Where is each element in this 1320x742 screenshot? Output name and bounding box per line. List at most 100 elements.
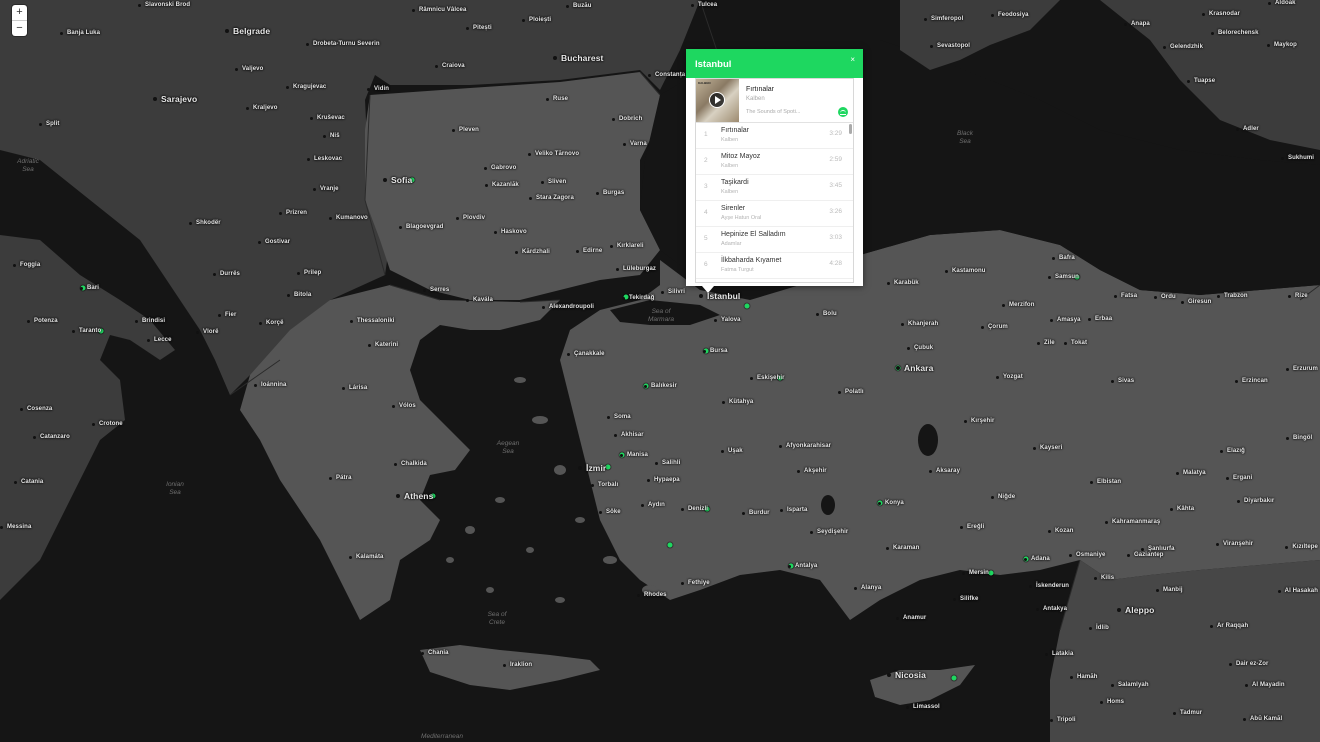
city-label: Gelendzhik: [1163, 44, 1203, 50]
city-name: Bari: [87, 285, 100, 291]
map-canvas[interactable]: [0, 0, 1320, 742]
track-duration: 4:28: [829, 260, 842, 267]
city-name: Bafra: [1059, 255, 1075, 261]
city-dot-icon: [964, 419, 967, 423]
track-row[interactable]: 6 İlkbaharda Kıyamet Fatma Turgut 4:28: [696, 253, 853, 279]
city-dot-icon: [1226, 476, 1229, 480]
city-dot-icon: [92, 422, 95, 426]
playlist-pin[interactable]: [988, 570, 994, 576]
city-dot-icon: [484, 166, 487, 170]
city-label: Merzifon: [1002, 302, 1034, 308]
city-dot-icon: [1050, 718, 1053, 722]
now-playing-album[interactable]: The Sounds of Spoti...: [746, 109, 800, 115]
zoom-out-button[interactable]: −: [12, 20, 27, 36]
track-row[interactable]: 5 Hepinize El Salladım Adamlar 3:03: [696, 227, 853, 253]
city-dot-icon: [887, 673, 891, 677]
city-dot-icon: [138, 3, 141, 7]
now-playing-artist[interactable]: Kalben: [746, 96, 765, 102]
city-name: Merzifon: [1009, 302, 1035, 308]
track-row[interactable]: 3 Taşikardi Kalben 3:45: [696, 175, 853, 201]
city-dot-icon: [691, 3, 694, 7]
city-dot-icon: [412, 8, 415, 12]
city-dot-icon: [886, 546, 889, 550]
city-name: Karaman: [893, 545, 920, 551]
city-label: Balıkesir: [644, 383, 677, 389]
city-name: Uşak: [728, 448, 743, 454]
city-name: Athens: [404, 491, 434, 501]
city-dot-icon: [515, 250, 518, 254]
city-dot-icon: [423, 288, 426, 292]
city-name: Stara Zagora: [536, 195, 574, 201]
play-icon[interactable]: [709, 92, 725, 108]
city-dot-icon: [661, 290, 664, 294]
track-row[interactable]: 1 Fırtınalar Kalben 3:29: [696, 123, 853, 149]
playlist-pin[interactable]: [744, 303, 750, 309]
city-name: Vranje: [320, 186, 339, 192]
city-label: Split: [39, 121, 60, 127]
city-name: Nicosia: [895, 670, 926, 680]
city-label: Vlorë: [196, 329, 219, 335]
playlist-pin[interactable]: [667, 542, 673, 548]
city-dot-icon: [1277, 589, 1281, 593]
track-duration: 3:45: [829, 182, 842, 189]
city-label: Varna: [623, 141, 647, 147]
spotify-logo-icon[interactable]: [838, 107, 848, 117]
city-label: Bari: [80, 285, 99, 291]
city-label: Akhisar: [614, 432, 644, 438]
city-label: Lüleburgaz: [616, 266, 656, 272]
city-dot-icon: [1037, 341, 1040, 345]
city-dot-icon: [578, 466, 582, 470]
track-number: 1: [704, 131, 708, 138]
city-label: Constanța: [648, 72, 685, 78]
city-label: Cosenza: [20, 406, 52, 412]
city-label: Belorechensk: [1211, 30, 1259, 36]
city-dot-icon: [1285, 367, 1289, 371]
city-name: Tekirdağ: [629, 295, 655, 301]
track-title: Hepinize El Salladım: [721, 231, 786, 238]
city-dot-icon: [607, 415, 610, 419]
city-dot-icon: [1124, 22, 1127, 26]
city-name: Kraljevo: [253, 105, 278, 111]
city-name: Niğde: [998, 494, 1016, 500]
city-dot-icon: [1094, 576, 1097, 580]
city-label: Yalova: [714, 317, 741, 323]
city-label: Bucharest: [553, 53, 603, 63]
city-name: Catania: [21, 479, 44, 485]
track-row[interactable]: 2 Mitoz Mayoz Kalben 2:59: [696, 149, 853, 175]
city-dot-icon: [1220, 449, 1223, 453]
city-dot-icon: [1154, 295, 1157, 299]
close-icon[interactable]: ×: [850, 55, 855, 64]
city-dot-icon: [342, 386, 345, 390]
city-label: Latakia: [1045, 651, 1073, 657]
city-label: Viranşehir: [1216, 541, 1253, 547]
city-name: Valjevo: [242, 66, 264, 72]
city-label: Söke: [599, 509, 621, 515]
city-label: Aksaray: [929, 468, 960, 474]
sea-label: Aegean Sea: [496, 440, 520, 455]
city-name: Ruse: [553, 96, 569, 102]
city-name: Ergani: [1233, 475, 1253, 481]
zoom-in-button[interactable]: +: [12, 5, 27, 20]
city-name: Durrës: [220, 271, 240, 277]
city-dot-icon: [254, 383, 257, 387]
city-dot-icon: [714, 318, 717, 322]
city-name: Shkodër: [196, 220, 221, 226]
city-dot-icon: [566, 4, 569, 8]
sea-label: Adriatic Sea: [17, 158, 39, 173]
city-name: Akşehir: [804, 468, 827, 474]
city-name: Antakya: [1043, 606, 1068, 612]
city-dot-icon: [1187, 79, 1190, 83]
city-label: Elazığ: [1220, 448, 1245, 454]
city-name: Afyonkarahisar: [786, 443, 832, 449]
city-dot-icon: [421, 651, 424, 655]
city-label: Al Hasakah: [1277, 588, 1318, 594]
city-label: Karabük: [887, 280, 919, 286]
city-name: Tripoli: [1057, 717, 1076, 723]
playlist-pin[interactable]: [951, 675, 957, 681]
city-dot-icon: [1048, 275, 1051, 279]
track-row[interactable]: 4 Sirenler Ayşe Hatun Oral 3:26: [696, 201, 853, 227]
city-label: Bursa: [703, 348, 728, 354]
city-dot-icon: [1069, 553, 1072, 557]
city-name: Salamlyah: [1118, 682, 1149, 688]
city-dot-icon: [367, 87, 370, 91]
